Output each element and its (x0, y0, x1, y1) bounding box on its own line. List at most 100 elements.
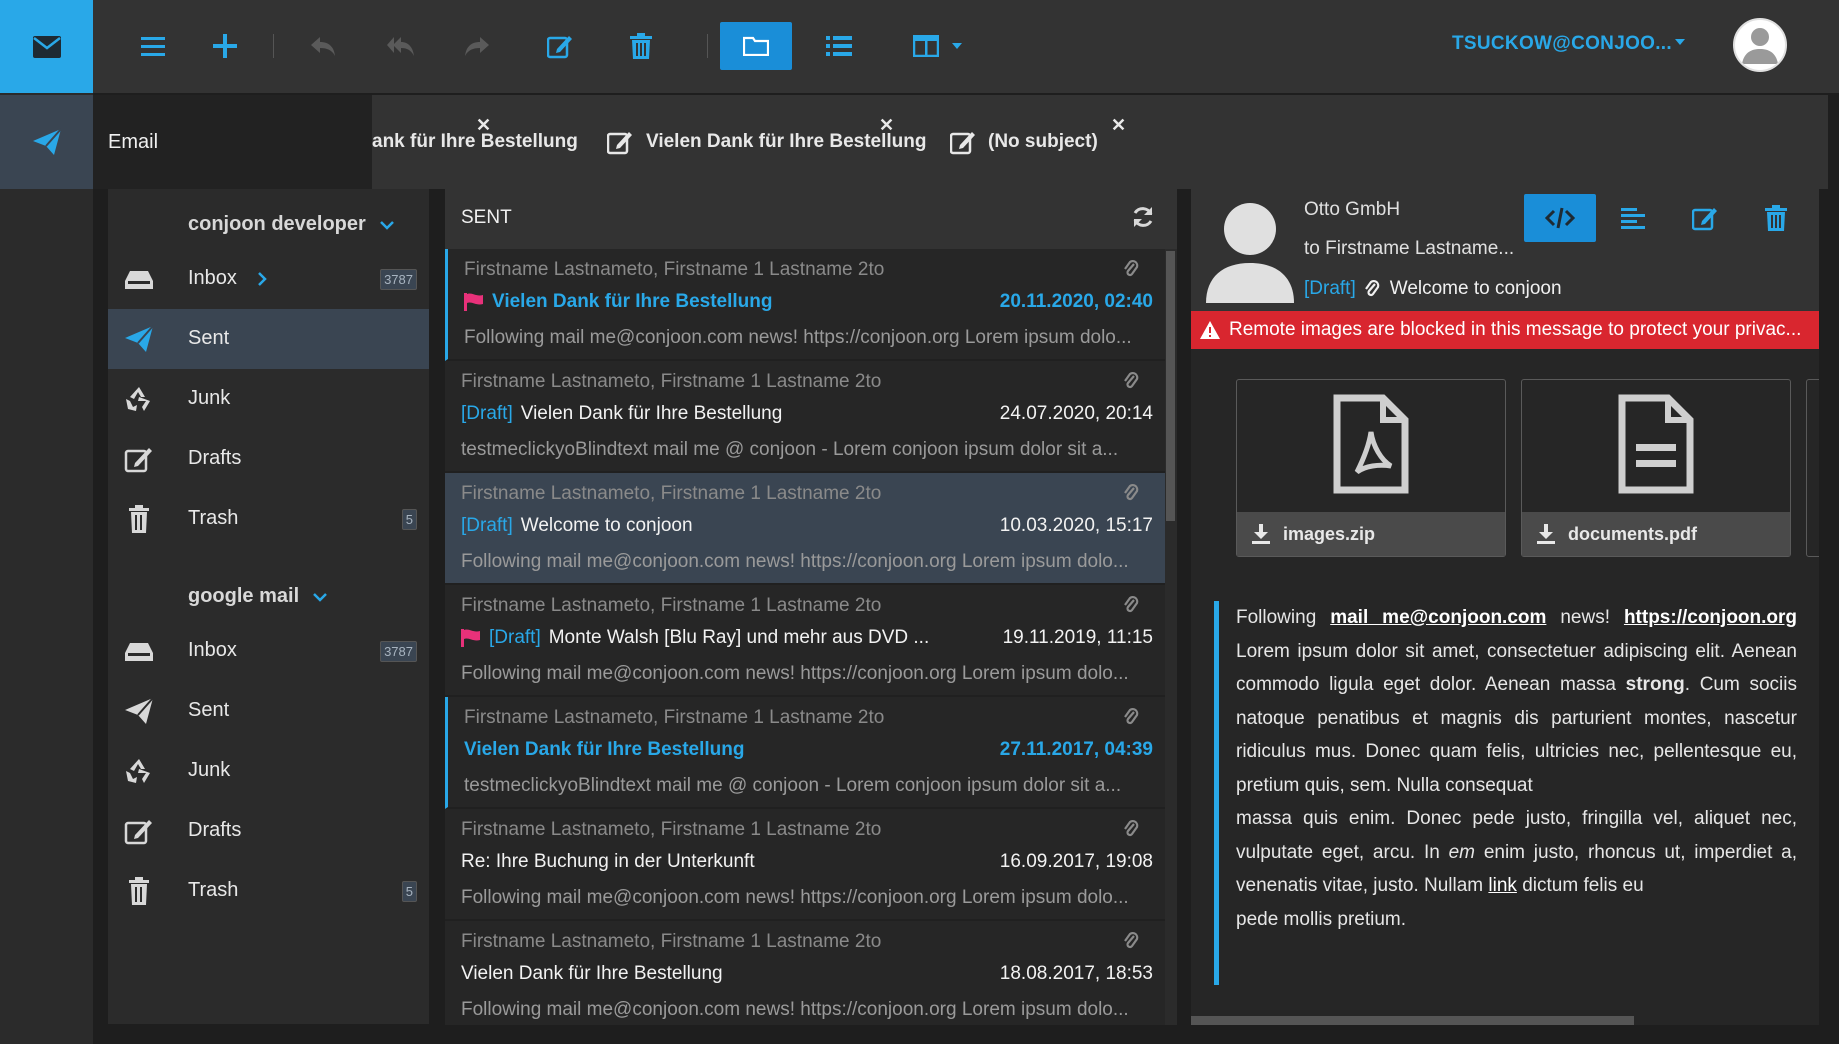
account-name[interactable]: TSUCKOW@CONJOO... (1452, 33, 1672, 55)
send-icon (125, 325, 154, 352)
reply-all-button[interactable] (365, 22, 437, 70)
recipients: Firstname Lastnameto, Firstname 1 Lastna… (464, 259, 885, 280)
subject-text: Welcome to conjoon (520, 515, 693, 536)
email-link[interactable]: mail me@conjoon.com (1330, 607, 1546, 628)
attachment-download-bar[interactable]: images.zip (1237, 512, 1505, 556)
tab-compose-3[interactable]: (No subject) ✕ (950, 95, 1130, 189)
menu-button[interactable] (117, 22, 189, 70)
tab-compose-2[interactable]: Vielen Dank für Ihre Bestellung ✕ (607, 95, 927, 189)
subject-text: Re: Ihre Buchung in der Unterkunft (461, 851, 755, 872)
url-link[interactable]: https://conjoon.org (1624, 607, 1797, 628)
message-row[interactable]: Firstname Lastnameto, Firstname 1 Lastna… (445, 585, 1165, 697)
chevron-down-icon[interactable] (1674, 38, 1686, 46)
message-list: SENT Firstname Lastnameto, Firstname 1 L… (445, 187, 1177, 1025)
view-source-button[interactable] (1524, 194, 1596, 242)
folder-view-button[interactable] (720, 22, 792, 70)
remote-images-warning[interactable]: Remote images are blocked in this messag… (1191, 311, 1819, 349)
toolbar-separator (707, 34, 708, 58)
envelope-icon (32, 35, 61, 58)
send-icon (125, 697, 154, 724)
sender-name: Otto GmbH (1304, 199, 1401, 220)
message-row[interactable]: Firstname Lastnameto, Firstname 1 Lastna… (445, 809, 1165, 921)
recipient-line: to Firstname Lastname... (1304, 238, 1515, 259)
close-icon[interactable]: ✕ (476, 115, 491, 136)
delete-button[interactable] (605, 22, 677, 70)
layout-dropdown-button[interactable] (893, 22, 983, 70)
edit-message-button[interactable] (1669, 194, 1741, 242)
body-strong: strong (1625, 674, 1685, 695)
folder-inbox[interactable]: Inbox 3787 (108, 249, 429, 309)
message-preview: testmeclickyoBlindtext mail me @ conjoon… (461, 439, 1119, 460)
folder-label: Sent (188, 699, 230, 721)
close-icon[interactable]: ✕ (1111, 115, 1126, 136)
attachment-card-partial[interactable] (1806, 379, 1819, 557)
code-icon (1545, 207, 1575, 229)
message-body: Following mail me@conjoon.com news! http… (1236, 601, 1797, 936)
subject-text: Vielen Dank für Ihre Bestellung (520, 403, 783, 424)
attachment-card[interactable]: documents.pdf (1521, 379, 1791, 557)
refresh-icon[interactable] (1131, 205, 1155, 229)
message-row[interactable]: Firstname Lastnameto, Firstname 1 Lastna… (445, 249, 1165, 361)
edit-icon (547, 36, 572, 59)
account-group-google[interactable]: google mail (188, 585, 328, 608)
folder-label: Drafts (188, 447, 242, 469)
account-group-conjoon[interactable]: conjoon developer (188, 213, 394, 236)
folder-junk[interactable]: Junk (108, 369, 429, 429)
message-subject: Vielen Dank für Ihre Bestellung (464, 739, 745, 761)
folder-trash[interactable]: Trash 5 (108, 489, 429, 549)
trash-icon (129, 505, 149, 533)
reply-button[interactable] (287, 22, 359, 70)
message-subject: Vielen Dank für Ihre Bestellung (464, 291, 773, 313)
tab-email-label: Email (108, 131, 159, 153)
chevron-down-icon (379, 220, 394, 230)
paperclip-icon (1124, 371, 1139, 389)
list-view-button[interactable] (803, 22, 875, 70)
paperclip-icon (1364, 279, 1380, 297)
attachment-card[interactable]: images.zip (1236, 379, 1506, 557)
body-link[interactable]: link (1488, 875, 1517, 896)
download-icon (1537, 524, 1555, 544)
message-header: Otto GmbH to Firstname Lastname... [Draf… (1191, 187, 1819, 311)
message-list-header: SENT (445, 187, 1177, 249)
attachment-download-bar[interactable]: documents.pdf (1522, 512, 1790, 556)
paperclip-icon (1124, 819, 1139, 837)
message-preview: Following mail me@conjoon.com news! http… (461, 999, 1129, 1020)
edit-icon (124, 820, 152, 845)
new-message-button[interactable] (189, 22, 261, 70)
mail-module-button[interactable] (0, 0, 93, 93)
message-row[interactable]: Firstname Lastnameto, Firstname 1 Lastna… (445, 921, 1165, 1025)
subject-text: Vielen Dank für Ihre Bestellung (464, 739, 745, 760)
message-date: 18.08.2017, 18:53 (999, 963, 1153, 984)
attachment-name: documents.pdf (1568, 523, 1697, 544)
message-row[interactable]: Firstname Lastnameto, Firstname 1 Lastna… (445, 361, 1165, 473)
folder-drafts[interactable]: Drafts (108, 801, 429, 861)
folder-title: SENT (461, 207, 512, 228)
send-module-button[interactable] (0, 95, 93, 189)
tab-compose-1[interactable]: ank für Ihre Bestellung ✕ (372, 95, 582, 189)
folder-sent[interactable]: Sent (108, 681, 429, 741)
folder-drafts[interactable]: Drafts (108, 429, 429, 489)
message-rows: Firstname Lastnameto, Firstname 1 Lastna… (445, 249, 1165, 1025)
user-avatar[interactable] (1733, 18, 1787, 72)
message-row[interactable]: Firstname Lastnameto, Firstname 1 Lastna… (445, 697, 1165, 809)
text-view-button[interactable] (1597, 194, 1669, 242)
tab-email[interactable]: Email (93, 95, 372, 189)
subject-text: Vielen Dank für Ihre Bestellung (461, 963, 723, 984)
reading-pane: Otto GmbH to Firstname Lastname... [Draf… (1191, 187, 1819, 1025)
message-date: 16.09.2017, 19:08 (999, 851, 1153, 872)
message-subject: [Draft] Welcome to conjoon (1304, 278, 1562, 300)
flag-icon (461, 629, 480, 647)
delete-message-button[interactable] (1740, 194, 1812, 242)
folder-sent[interactable]: Sent (108, 309, 429, 369)
edit-button[interactable] (524, 22, 596, 70)
scrollbar[interactable] (1166, 251, 1175, 521)
folder-trash[interactable]: Trash 5 (108, 861, 429, 921)
horizontal-scrollbar[interactable] (1191, 1016, 1634, 1025)
close-icon[interactable]: ✕ (879, 115, 894, 136)
message-row[interactable]: Firstname Lastnameto, Firstname 1 Lastna… (445, 473, 1165, 585)
forward-button[interactable] (441, 22, 513, 70)
folder-inbox[interactable]: Inbox 3787 (108, 621, 429, 681)
message-subject: [Draft] Welcome to conjoon (461, 515, 693, 537)
folder-label: Sent (188, 327, 230, 349)
folder-junk[interactable]: Junk (108, 741, 429, 801)
